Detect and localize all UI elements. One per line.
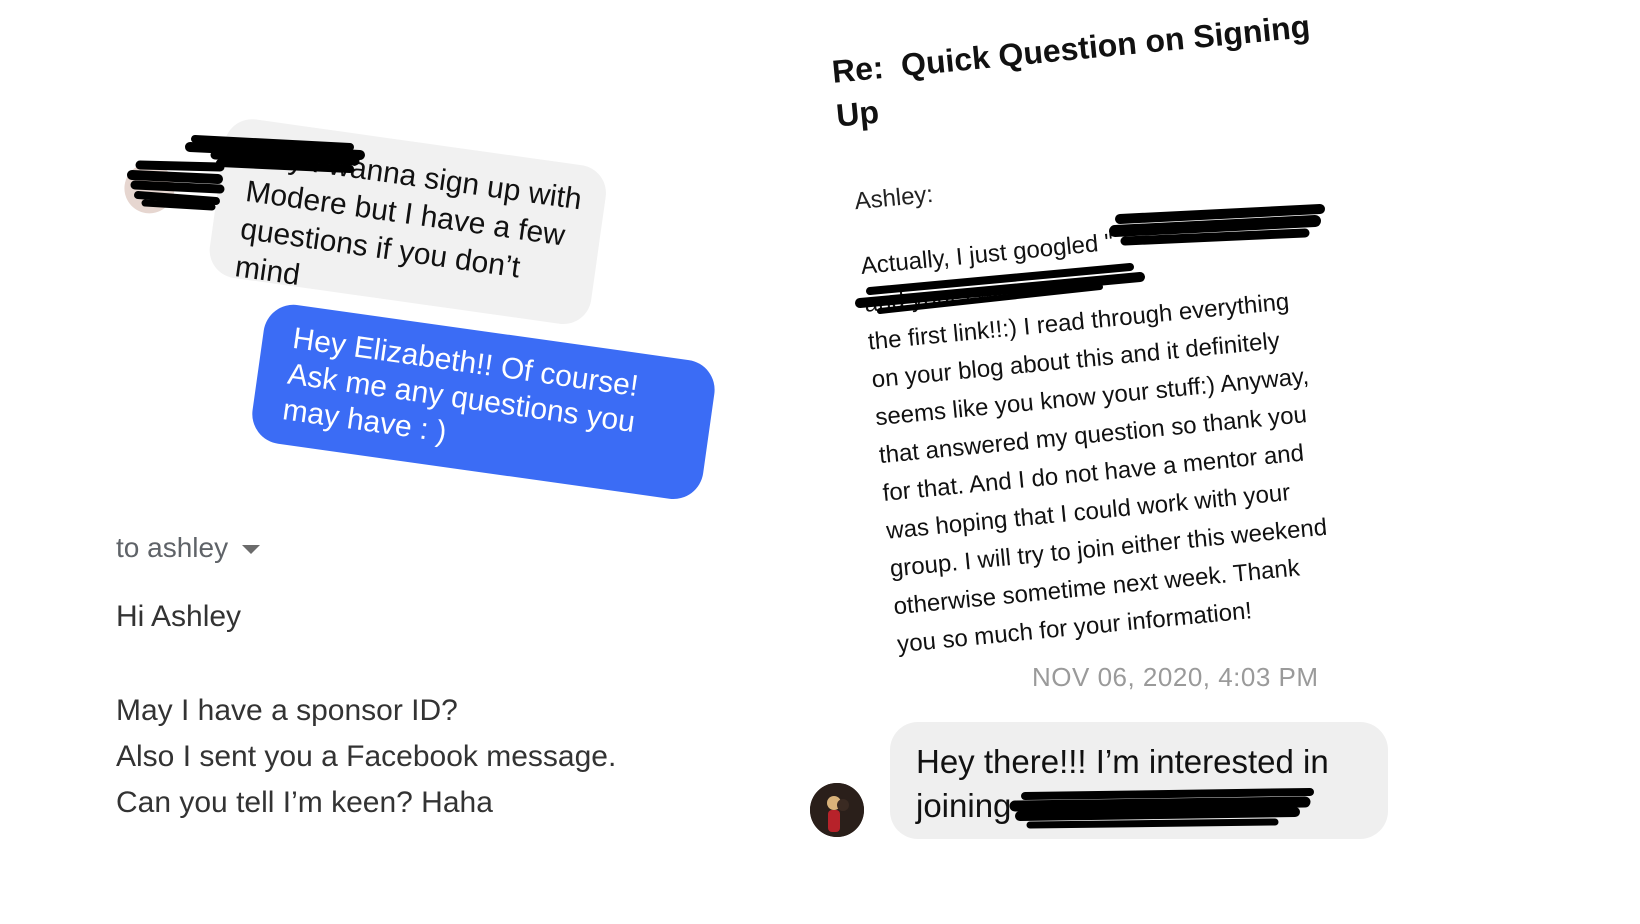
- outgoing-message-bubble: Hey Elizabeth!! Of course! Ask me any qu…: [248, 300, 719, 503]
- chevron-down-icon: [242, 545, 261, 554]
- redaction-scribble: [1009, 788, 1314, 829]
- email-subject: Re: Quick Question on Signing Up: [830, 4, 1316, 138]
- message-timestamp: NOV 06, 2020, 4:03 PM: [1032, 662, 1319, 692]
- email-greeting: Hi Ashley: [116, 600, 242, 633]
- subject-prefix: Re:: [830, 49, 886, 90]
- email-line: May I have a sponsor ID?: [116, 694, 458, 727]
- avatar: [810, 783, 864, 837]
- redaction-scribble: [855, 204, 1325, 314]
- subject-text: Quick Question on Signing Up: [834, 7, 1312, 134]
- email-line: Can you tell I’m keen? Haha: [116, 786, 493, 819]
- email-line: Also I sent you a Facebook message.: [116, 740, 617, 773]
- email-recipient-dropdown[interactable]: to ashley: [116, 532, 261, 564]
- redaction-scribble: [127, 135, 365, 211]
- email-recipient-label: to ashley: [116, 532, 229, 563]
- outgoing-message-text: Hey Elizabeth!! Of course! Ask me any qu…: [280, 321, 641, 449]
